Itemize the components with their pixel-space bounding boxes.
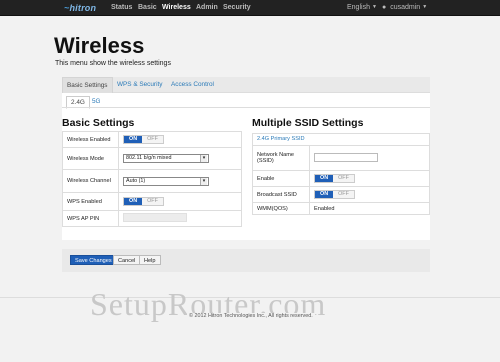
wireless-channel-value: Auto (1): [126, 177, 146, 184]
toggle-on[interactable]: ON: [315, 191, 334, 198]
settings-tabbar: Basic Settings WPS & Security Access Con…: [62, 77, 430, 93]
table-row: Broadcast SSID ON OFF: [252, 186, 430, 203]
nav-status[interactable]: Status: [111, 4, 132, 11]
table-row: Wireless Enabled ON OFF: [62, 131, 242, 148]
table-row: Enable ON OFF: [252, 170, 430, 187]
chevron-down-icon: ▼: [422, 4, 428, 11]
tab-access-control[interactable]: Access Control: [171, 81, 214, 88]
username: cusadmin: [390, 4, 421, 11]
network-name-cell: [309, 145, 430, 171]
tab-wps-security[interactable]: WPS & Security: [117, 81, 162, 88]
language-dropdown[interactable]: English ▼: [347, 4, 377, 11]
footer-copyright: © 2012 Hitron Technologies Inc., All rig…: [187, 313, 315, 319]
multiple-ssid-heading: Multiple SSID Settings: [252, 117, 364, 129]
toggle-on[interactable]: ON: [315, 175, 334, 182]
wps-enabled-toggle[interactable]: ON OFF: [123, 197, 164, 206]
multiple-ssid-table: Network Name (SSID) Enable ON OFF Broadca…: [252, 145, 430, 215]
table-row: Wireless Channel Auto (1) ▾: [62, 169, 242, 193]
toggle-on[interactable]: ON: [124, 198, 143, 205]
top-navbar: ~hitron Status Basic Wireless Admin Secu…: [0, 0, 500, 16]
nav-wireless[interactable]: Wireless: [162, 4, 191, 11]
wmm-label: WMM(QOS): [252, 202, 310, 215]
cancel-button[interactable]: Cancel: [113, 255, 141, 265]
basic-settings-table: Wireless Enabled ON OFF Wireless Mode 802…: [62, 131, 242, 227]
wps-enabled-label: WPS Enabled: [62, 192, 119, 211]
table-row: WPS AP PIN: [62, 210, 242, 227]
table-row: WPS Enabled ON OFF: [62, 192, 242, 211]
user-menu[interactable]: ● cusadmin ▼: [382, 4, 427, 11]
help-button[interactable]: Help: [139, 255, 161, 265]
basic-settings-heading: Basic Settings: [62, 117, 135, 129]
nav-basic[interactable]: Basic: [138, 4, 157, 11]
tab-basic-settings[interactable]: Basic Settings: [62, 77, 113, 93]
toggle-off[interactable]: OFF: [333, 175, 354, 182]
wireless-mode-value: 802.11 b/g/n mixed: [126, 155, 172, 161]
toggle-off[interactable]: OFF: [333, 191, 354, 198]
tab-5g[interactable]: 5G: [92, 98, 101, 105]
logo-text: hitron: [69, 3, 97, 13]
broadcast-ssid-toggle[interactable]: ON OFF: [314, 190, 355, 199]
enable-label: Enable: [252, 170, 310, 187]
broadcast-ssid-label: Broadcast SSID: [252, 186, 310, 203]
table-row: Wireless Mode 802.11 b/g/n mixed ▾: [62, 147, 242, 170]
page-title: Wireless: [54, 33, 145, 58]
enable-cell: ON OFF: [309, 170, 430, 187]
primary-ssid-link[interactable]: 2.4G Primary SSID: [257, 136, 305, 142]
ssid-selector: 2.4G Primary SSID: [252, 133, 430, 145]
chevron-down-icon: ▼: [371, 4, 377, 11]
nav-security[interactable]: Security: [223, 4, 251, 11]
user-icon: ●: [382, 4, 387, 11]
hitron-logo[interactable]: ~hitron: [64, 3, 96, 13]
table-row: Network Name (SSID): [252, 145, 430, 171]
network-name-label: Network Name (SSID): [252, 145, 310, 171]
wmm-value: Enabled: [309, 202, 430, 215]
wireless-mode-select[interactable]: 802.11 b/g/n mixed ▾: [123, 154, 209, 163]
chevron-down-icon: ▾: [200, 155, 207, 162]
wps-ap-pin-cell: [118, 210, 242, 227]
wireless-enabled-toggle[interactable]: ON OFF: [123, 135, 164, 144]
network-name-input[interactable]: [314, 152, 378, 162]
wireless-mode-label: Wireless Mode: [62, 147, 119, 170]
page-subtitle: This menu show the wireless settings: [55, 60, 171, 67]
nav-admin[interactable]: Admin: [196, 4, 218, 11]
wps-ap-pin-label: WPS AP PIN: [62, 210, 119, 227]
save-changes-button[interactable]: Save Changes: [70, 255, 117, 265]
wireless-enabled-label: Wireless Enabled: [62, 131, 119, 148]
wireless-channel-select[interactable]: Auto (1) ▾: [123, 176, 209, 186]
wps-ap-pin-input: [123, 213, 187, 222]
action-bar: Save Changes Cancel Help: [62, 249, 430, 272]
wireless-channel-cell: Auto (1) ▾: [118, 169, 242, 193]
subtab-divider: [62, 107, 430, 108]
toggle-on[interactable]: ON: [124, 136, 143, 143]
toggle-off[interactable]: OFF: [142, 136, 163, 143]
wps-enabled-cell: ON OFF: [118, 192, 242, 211]
wireless-mode-cell: 802.11 b/g/n mixed ▾: [118, 147, 242, 170]
wireless-enabled-cell: ON OFF: [118, 131, 242, 148]
chevron-down-icon: ▾: [200, 177, 207, 185]
toggle-off[interactable]: OFF: [142, 198, 163, 205]
ssid-enable-toggle[interactable]: ON OFF: [314, 174, 355, 183]
wireless-channel-label: Wireless Channel: [62, 169, 119, 193]
table-row: WMM(QOS) Enabled: [252, 202, 430, 215]
language-label: English: [347, 4, 370, 11]
broadcast-ssid-cell: ON OFF: [309, 186, 430, 203]
